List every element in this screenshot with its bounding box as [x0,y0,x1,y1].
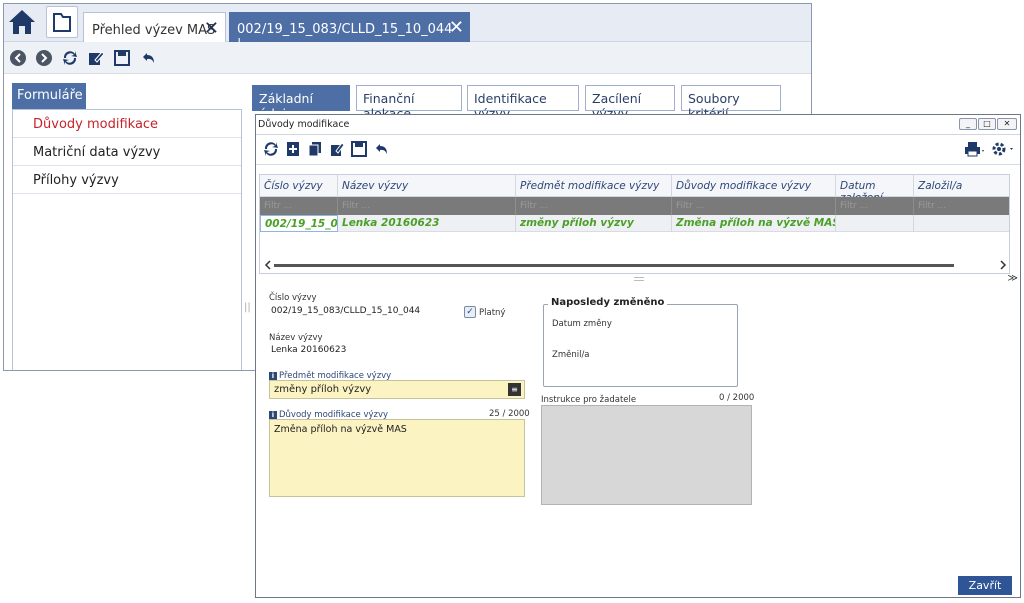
col-header-predmet[interactable]: Předmět modifikace výzvy [516,175,672,197]
nazev-value: Lenka 20160623 [271,345,347,355]
print-icon[interactable] [964,141,986,157]
instrukce-textarea [541,405,752,505]
filter-row: Filtr ... Filtr ... Filtr ... Filtr ... … [260,197,1009,215]
sidebar-item-duvody-modifikace[interactable]: Důvody modifikace [13,110,241,138]
edit-icon[interactable] [329,141,345,157]
close-icon[interactable]: ✕ [997,118,1017,130]
platny-label: Platný [479,308,506,318]
new-tab-icon[interactable] [46,6,78,38]
main-toolbar [4,42,811,74]
col-header-cislo[interactable]: Číslo výzvy [260,175,338,197]
close-icon[interactable]: ✕ [204,18,219,39]
table-row[interactable]: 002/19_15_08: Lenka 20160623 změny přílo… [260,215,1009,232]
minimize-icon[interactable]: _ [959,118,977,130]
duvody-counter: 25 / 2000 [489,409,530,419]
home-icon[interactable] [6,6,38,38]
gear-icon[interactable] [991,141,1015,157]
dialog-toolbar [256,135,1020,165]
save-icon[interactable] [351,141,367,157]
instrukce-counter: 0 / 2000 [719,393,755,403]
top-bar: Přehled výzev MAS ✕ 002/19_15_083/CLLD_1… [4,4,811,52]
tab-label: Přehled výzev MAS [92,23,216,38]
tab-financni-alokace[interactable]: Finanční alokace [356,85,462,121]
scroll-thumb[interactable] [274,264,954,267]
info-icon: i [269,411,277,419]
datum-zmeny-label: Datum změny [552,319,612,329]
duvody-textarea[interactable]: Změna příloh na výzvě MAS [269,419,525,497]
dialog-titlebar: Důvody modifikace _ □ ✕ [256,115,1020,135]
close-icon[interactable]: ✕ [449,17,464,38]
tab-soubory-kriterii[interactable]: Soubory kritérií [681,85,781,121]
tab-prehled-vyzev[interactable]: Přehled výzev MAS ✕ [83,12,226,42]
platny-checkbox[interactable]: ✓ [464,306,476,318]
col-header-zalozil[interactable]: Založil/a [914,175,1009,197]
forms-panel: Důvody modifikace Matriční data výzvy Př… [12,109,242,370]
resize-handle[interactable] [634,277,644,281]
table-header: Číslo výzvy Název výzvy Předmět modifika… [260,175,1009,204]
col-header-duvody[interactable]: Důvody modifikace výzvy [672,175,836,197]
cislo-label: Číslo výzvy [269,293,317,303]
naposledy-title: Naposledy změněno [548,297,668,308]
tab-vyzva-detail[interactable]: 002/19_15_083/CLLD_15_10_044 |... ✕ [229,12,470,52]
table-cell[interactable]: 002/19_15_08: [260,215,338,232]
refresh-icon[interactable] [61,49,79,67]
predmet-field[interactable]: změny příloh výzvy ≡ [269,380,525,399]
filter-input[interactable]: Filtr ... [338,197,516,215]
table-cell[interactable] [914,215,1009,232]
horizontal-scrollbar[interactable] [264,260,1007,270]
tab-identifikace-vyzvy[interactable]: Identifikace výzvy [467,85,579,121]
filter-input[interactable]: Filtr ... [836,197,914,215]
tab-zakladni-udaje[interactable]: Základní údaje [252,85,350,121]
forms-header: Formuláře [12,83,86,109]
maximize-icon[interactable]: □ [978,118,996,130]
collapse-icon[interactable]: ≫ [1008,273,1018,284]
zmenil-label: Změnil/a [552,350,590,360]
sidebar-item-prilohy[interactable]: Přílohy výzvy [13,166,241,194]
table-cell[interactable]: Lenka 20160623 [338,215,516,232]
list-picker-icon[interactable]: ≡ [508,383,521,396]
window-buttons: _ □ ✕ [959,118,1017,132]
copy-icon[interactable] [307,141,323,157]
filter-input[interactable]: Filtr ... [914,197,1009,215]
dialog-title: Důvody modifikace [258,119,350,130]
filter-input[interactable]: Filtr ... [516,197,672,215]
filter-input[interactable]: Filtr ... [260,197,338,215]
panel-splitter[interactable]: || [244,302,251,313]
info-icon: i [269,372,277,380]
table-cell[interactable]: Změna příloh na výzvě MAS [672,215,836,232]
undo-icon[interactable] [373,141,389,157]
undo-icon[interactable] [139,49,157,67]
forward-icon[interactable] [35,49,53,67]
table-cell[interactable]: změny příloh výzvy [516,215,672,232]
refresh-icon[interactable] [263,141,279,157]
col-header-datum[interactable]: Datum založení [836,175,914,204]
add-icon[interactable] [285,141,301,157]
instrukce-label: Instrukce pro žadatele [541,395,637,405]
back-icon[interactable] [9,49,27,67]
close-button[interactable]: Zavřít [958,576,1012,595]
duvody-modifikace-dialog: Důvody modifikace _ □ ✕ Číslo výzvy Náze… [255,114,1021,598]
sidebar-item-matricni-data[interactable]: Matriční data výzvy [13,138,241,166]
naposledy-zmeneno-panel: Naposledy změněno Datum změny Změnil/a [543,297,738,387]
edit-icon[interactable] [87,49,105,67]
col-header-nazev[interactable]: Název výzvy [338,175,516,197]
predmet-value: změny příloh výzvy [274,384,372,395]
modifications-table: Číslo výzvy Název výzvy Předmět modifika… [259,174,1010,274]
nazev-label: Název výzvy [269,333,323,343]
filter-input[interactable]: Filtr ... [672,197,836,215]
save-icon[interactable] [113,49,131,67]
table-cell[interactable] [836,215,914,232]
cislo-value: 002/19_15_083/CLLD_15_10_044 [271,306,421,316]
tab-zacileni-vyzvy[interactable]: Zacílení výzvy [585,85,675,121]
